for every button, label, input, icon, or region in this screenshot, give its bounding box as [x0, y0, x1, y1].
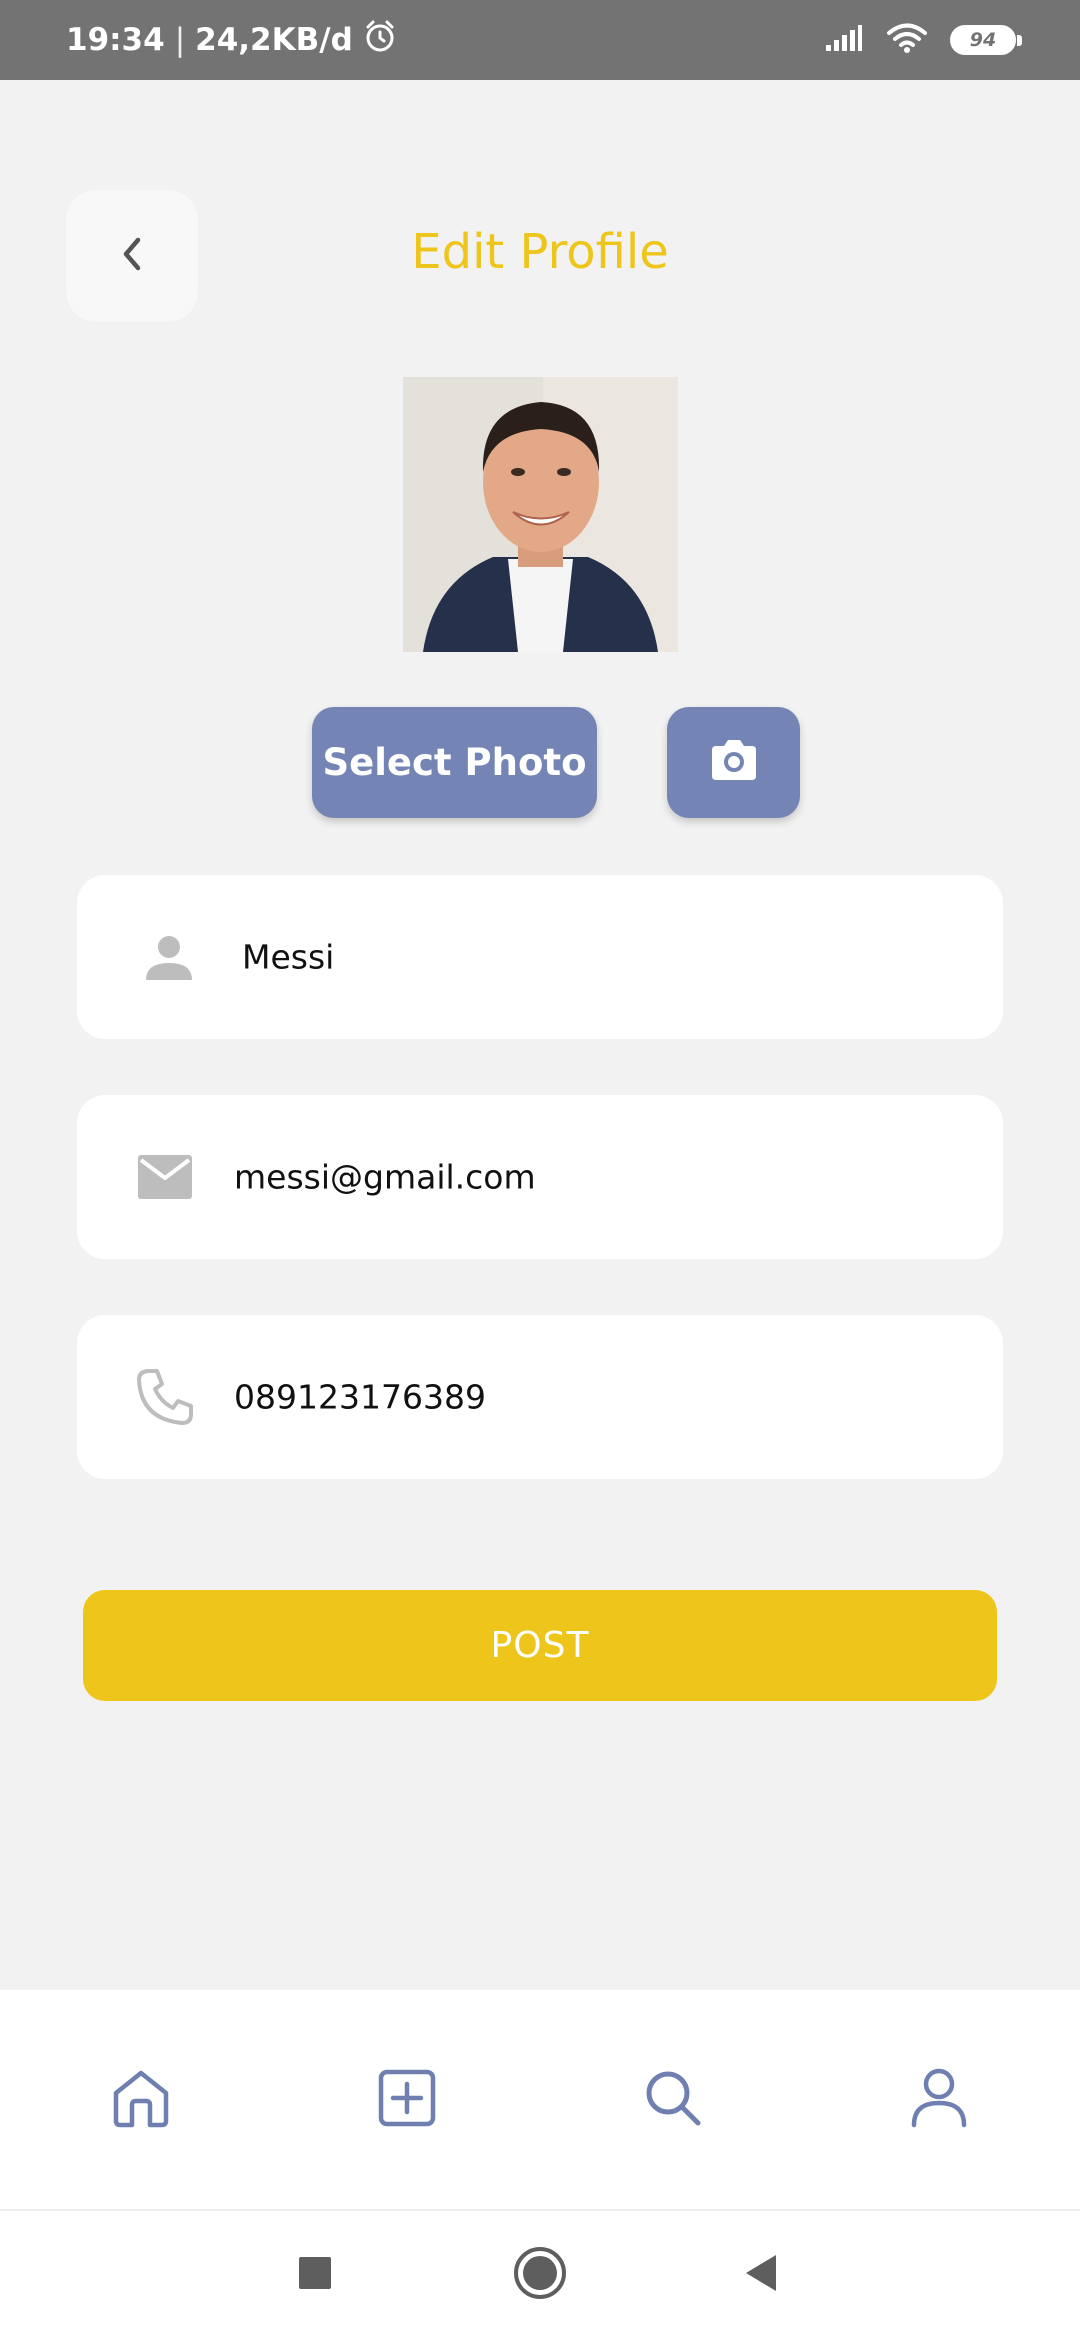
mail-icon	[135, 1147, 195, 1207]
post-button[interactable]: POST	[83, 1590, 997, 1701]
status-right: 94	[824, 0, 1022, 80]
status-time: 19:34	[66, 22, 165, 58]
recents-icon	[298, 2256, 332, 2295]
nav-search[interactable]	[613, 1990, 733, 2210]
recents-button[interactable]	[270, 2211, 360, 2340]
person-icon	[139, 927, 199, 987]
avatar	[403, 377, 678, 652]
alarm-icon	[363, 19, 397, 61]
phone-value[interactable]: 089123176389	[234, 1378, 486, 1417]
status-separator: |	[174, 22, 186, 58]
system-nav	[0, 2211, 1080, 2340]
email-field[interactable]: messi@gmail.com	[77, 1095, 1003, 1259]
nav-home[interactable]	[81, 1990, 201, 2210]
name-value[interactable]: Messi	[242, 938, 334, 977]
camera-icon	[708, 738, 760, 787]
battery-level: 94	[969, 29, 997, 51]
name-field[interactable]: Messi	[77, 875, 1003, 1039]
page-title: Edit Profile	[411, 224, 669, 280]
back-triangle-icon	[742, 2253, 780, 2298]
status-left: 19:34 | 24,2KB/d	[66, 0, 397, 80]
system-home-button[interactable]	[495, 2211, 585, 2340]
network-speed: 24,2KB/d	[195, 22, 353, 58]
profile-icon	[910, 2067, 968, 2134]
home-icon	[110, 2067, 172, 2134]
status-bar: 19:34 | 24,2KB/d 94	[0, 0, 1080, 80]
email-value[interactable]: messi@gmail.com	[234, 1158, 536, 1197]
signal-icon	[824, 23, 864, 58]
home-circle-icon	[513, 2246, 567, 2305]
system-back-button[interactable]	[716, 2211, 806, 2340]
phone-icon	[135, 1367, 195, 1427]
phone-field[interactable]: 089123176389	[77, 1315, 1003, 1479]
nav-profile[interactable]	[879, 1990, 999, 2210]
add-square-icon	[377, 2068, 437, 2133]
wifi-icon	[886, 22, 928, 59]
battery-icon: 94	[950, 25, 1022, 55]
select-photo-button[interactable]: Select Photo	[312, 707, 597, 818]
bottom-nav	[0, 1990, 1080, 2210]
nav-add[interactable]	[347, 1990, 467, 2210]
camera-button[interactable]	[667, 707, 800, 818]
search-icon	[643, 2068, 703, 2133]
